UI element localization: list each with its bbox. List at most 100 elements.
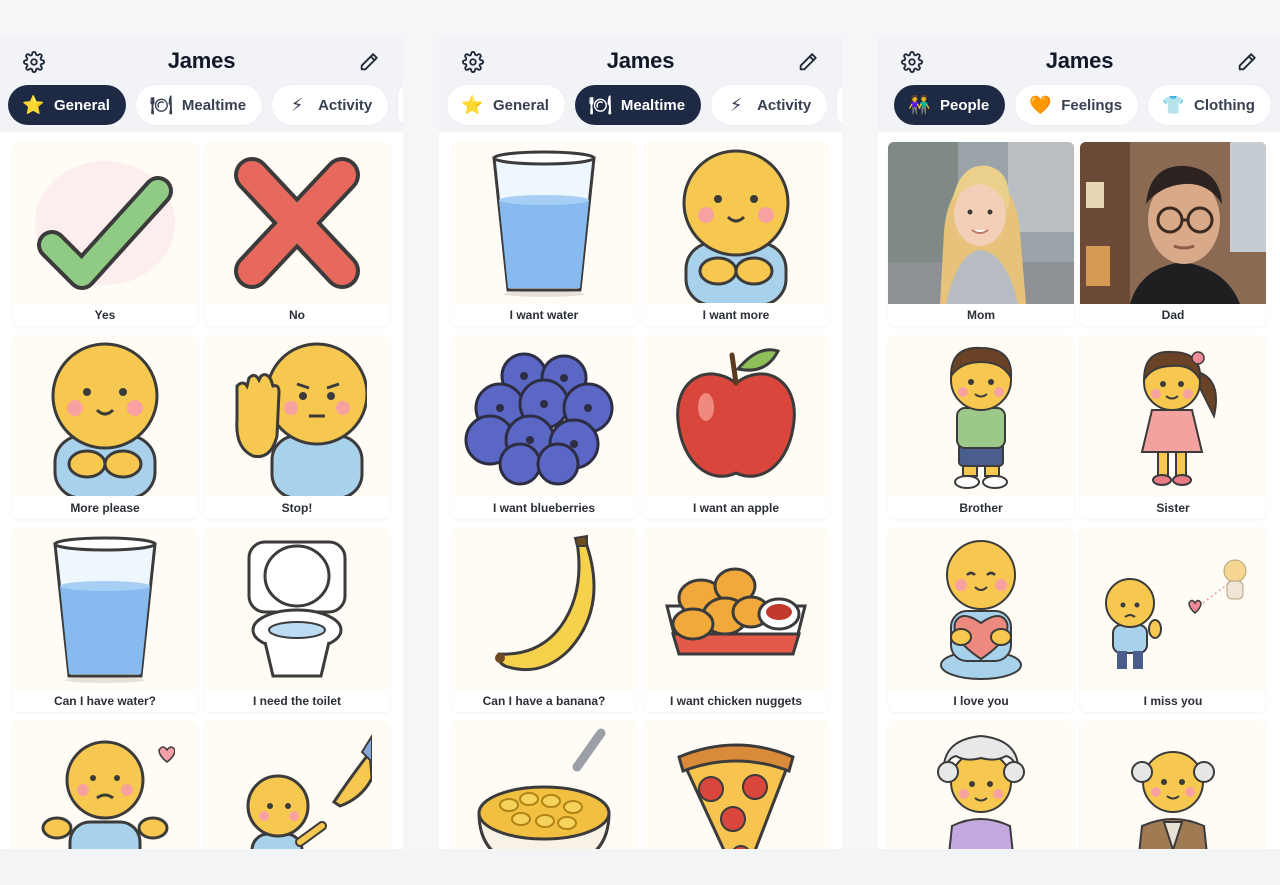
tab-label: Feelings: [1061, 96, 1123, 114]
card-label: Sister: [1080, 497, 1266, 519]
card-stop[interactable]: Stop!: [204, 335, 390, 519]
apple-icon: [643, 335, 829, 497]
card-more-please[interactable]: More please: [12, 335, 198, 519]
card-shrug[interactable]: [12, 721, 198, 849]
plate-icon: 🍽: [149, 94, 173, 115]
card-dad[interactable]: Dad: [1080, 142, 1266, 326]
card-toilet[interactable]: I need the toilet: [204, 528, 390, 712]
card-label: More please: [12, 497, 198, 519]
card-label: I love you: [888, 690, 1074, 712]
card-no[interactable]: No: [204, 142, 390, 326]
tab-activity[interactable]: ⚡ Activity: [711, 85, 828, 125]
tab-more[interactable]: [398, 85, 403, 125]
card-reach[interactable]: [204, 721, 390, 849]
card-apple[interactable]: I want an apple: [643, 335, 829, 519]
grandpa-icon: [1080, 721, 1266, 849]
card-label: I need the toilet: [204, 690, 390, 712]
child-missing-icon: [1080, 528, 1266, 690]
card-grandpa[interactable]: [1080, 721, 1266, 849]
tab-more[interactable]: [837, 85, 842, 125]
card-i-want-more[interactable]: I want more: [643, 142, 829, 326]
category-tabs: 👫 People 🧡 Feelings 👕 Clothing: [894, 85, 1280, 125]
board-panel-mealtime: James ⭐ General 🍽 Mealtime ⚡ Activity I wan…: [439, 36, 842, 849]
card-mom[interactable]: Mom: [888, 142, 1074, 326]
card-pizza[interactable]: [643, 721, 829, 849]
tab-general[interactable]: ⭐ General: [447, 85, 565, 125]
tab-label: Activity: [757, 96, 812, 114]
lightning-icon: ⚡: [290, 94, 304, 115]
water-glass-icon: [451, 142, 637, 304]
child-reaching-icon: [204, 721, 390, 849]
card-mac-and-cheese[interactable]: [451, 721, 637, 849]
tab-mealtime[interactable]: 🍽 Mealtime: [135, 85, 263, 125]
tab-feelings[interactable]: 🧡 Feelings: [1015, 85, 1139, 125]
card-i-miss-you[interactable]: I miss you: [1080, 528, 1266, 712]
edit-pencil-icon[interactable]: [796, 50, 820, 74]
card-label: I want blueberries: [451, 497, 637, 519]
board-panel-general: James ⭐ General 🍽 Mealtime ⚡ Activity Yes N…: [0, 36, 403, 849]
checkmark-icon: [12, 142, 198, 304]
tab-clothing[interactable]: 👕 Clothing: [1148, 85, 1271, 125]
card-label: Mom: [888, 304, 1074, 326]
header: James 👫 People 🧡 Feelings 👕 Clothing: [878, 36, 1280, 132]
child-shrug-icon: [12, 721, 198, 849]
card-label: Can I have a banana?: [451, 690, 637, 712]
card-label: No: [204, 304, 390, 326]
tab-activity[interactable]: ⚡ Activity: [272, 85, 389, 125]
tab-label: People: [940, 96, 990, 114]
card-blueberries[interactable]: I want blueberries: [451, 335, 637, 519]
lightning-icon: ⚡: [729, 94, 743, 115]
card-i-love-you[interactable]: I love you: [888, 528, 1074, 712]
tab-general[interactable]: ⭐ General: [8, 85, 126, 125]
mac-and-cheese-icon: [451, 721, 637, 849]
card-grandma[interactable]: [888, 721, 1074, 849]
sister-icon: [1080, 335, 1266, 497]
board-panel-people: James 👫 People 🧡 Feelings 👕 Clothing Mom Da…: [878, 36, 1280, 849]
card-yes[interactable]: Yes: [12, 142, 198, 326]
card-label: Stop!: [204, 497, 390, 519]
people-icon: 👫: [908, 94, 931, 115]
card-label: I miss you: [1080, 690, 1266, 712]
edit-pencil-icon[interactable]: [357, 50, 381, 74]
card-grid: Yes No More please Stop! Can I have wate…: [12, 142, 392, 849]
mom-photo: [888, 142, 1074, 304]
tab-label: General: [54, 96, 110, 114]
child-stop-hand-icon: [204, 335, 390, 497]
tab-mealtime[interactable]: 🍽 Mealtime: [574, 85, 702, 125]
card-sister[interactable]: Sister: [1080, 335, 1266, 519]
card-i-want-water[interactable]: I want water: [451, 142, 637, 326]
dad-photo: [1080, 142, 1266, 304]
header: James ⭐ General 🍽 Mealtime ⚡ Activity: [0, 36, 403, 132]
bottom-strip: [0, 849, 1280, 885]
tab-label: Mealtime: [620, 96, 686, 114]
cross-icon: [204, 142, 390, 304]
tab-label: Clothing: [1194, 96, 1255, 114]
tab-label: Mealtime: [181, 96, 247, 114]
chicken-nuggets-icon: [643, 528, 829, 690]
blueberries-icon: [451, 335, 637, 497]
child-hugging-heart-icon: [888, 528, 1074, 690]
card-grid: Mom Dad Brother Sister I love you I miss…: [888, 142, 1268, 849]
shirt-icon: 👕: [1162, 94, 1185, 115]
card-can-i-have-water[interactable]: Can I have water?: [12, 528, 198, 712]
tab-label: Activity: [318, 96, 373, 114]
card-grid: I want water I want more I want blueberr…: [451, 142, 831, 849]
star-icon: ⭐: [461, 94, 484, 115]
board-title: James: [167, 48, 236, 73]
brother-icon: [888, 335, 1074, 497]
card-label: Can I have water?: [12, 690, 198, 712]
card-label: I want water: [451, 304, 637, 326]
edit-pencil-icon[interactable]: [1235, 50, 1259, 74]
heart-icon: 🧡: [1029, 94, 1052, 115]
card-chicken-nuggets[interactable]: I want chicken nuggets: [643, 528, 829, 712]
card-label: I want an apple: [643, 497, 829, 519]
tab-label: General: [493, 96, 549, 114]
card-brother[interactable]: Brother: [888, 335, 1074, 519]
banana-icon: [451, 528, 637, 690]
child-hands-together-icon: [12, 335, 198, 497]
card-banana[interactable]: Can I have a banana?: [451, 528, 637, 712]
toilet-icon: [204, 528, 390, 690]
tab-people[interactable]: 👫 People: [894, 85, 1006, 125]
card-label: I want chicken nuggets: [643, 690, 829, 712]
plate-icon: 🍽: [588, 94, 612, 115]
